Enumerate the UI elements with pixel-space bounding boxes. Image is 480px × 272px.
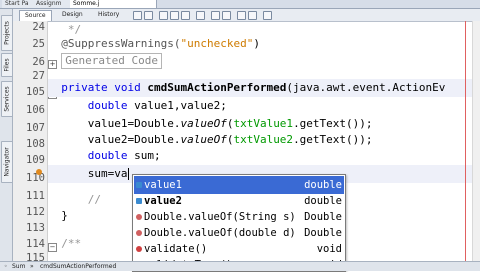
code-completion-popup: value1 double value2 double Double.value… <box>132 174 346 272</box>
static-method-icon <box>136 230 142 236</box>
shift-right-icon[interactable] <box>222 11 231 20</box>
stop-macro-icon[interactable] <box>248 11 257 20</box>
file-tab-active[interactable]: Somme.j <box>70 0 157 8</box>
line-number: 112 <box>26 206 45 218</box>
line-number: 27 <box>32 70 45 82</box>
text-cursor <box>127 168 129 180</box>
files-panel-tab[interactable]: Files <box>1 53 13 77</box>
code-line: @SuppressWarnings("unchecked") <box>48 35 472 53</box>
find-next-icon[interactable] <box>181 11 190 20</box>
code-line: Generated Code <box>48 52 472 70</box>
find-icon[interactable] <box>159 11 168 20</box>
file-tab-strip: Start Pa Assignm Somme.j <box>0 0 480 9</box>
line-number: 25 <box>32 38 45 50</box>
code-text: sum; <box>134 149 161 162</box>
hint-bulb-icon[interactable] <box>36 169 42 175</box>
forward-icon[interactable] <box>144 11 153 20</box>
code-text: .getText()); <box>293 117 373 130</box>
paren: ) <box>253 37 260 50</box>
method-call: valueOf <box>180 117 227 130</box>
line-number: 111 <box>26 190 45 202</box>
field-icon <box>136 198 142 204</box>
right-margin-guide <box>465 21 466 261</box>
comment-text: // <box>87 193 108 206</box>
code-text: value1,value2; <box>134 99 227 112</box>
source-tab[interactable]: Source <box>19 10 52 21</box>
line-number: 108 <box>26 138 45 150</box>
back-icon[interactable] <box>133 11 142 20</box>
line-number: 106 <box>26 104 45 116</box>
method-name: cmdSumActionPerformed <box>147 81 287 94</box>
code-line: double value1,value2; <box>48 97 472 115</box>
code-text: value2=Double. <box>87 133 181 146</box>
history-tab[interactable]: History <box>93 10 124 20</box>
code-text: .getText()); <box>293 133 373 146</box>
start-macro-icon[interactable] <box>237 11 246 20</box>
navigator-panel-label: Navigator <box>3 147 11 177</box>
keyword: double <box>87 99 135 112</box>
static-method-icon <box>136 214 142 220</box>
annotation: @SuppressWarnings( <box>61 37 181 50</box>
shift-left-icon[interactable] <box>211 11 220 20</box>
line-number: 107 <box>26 122 45 134</box>
code-text: (java.awt.event.ActionEv <box>286 81 446 94</box>
code-text: sum=va <box>87 167 128 180</box>
string-literal: "unchecked" <box>180 37 254 50</box>
keyword: double <box>87 149 135 162</box>
field-icon <box>136 182 142 188</box>
projects-panel-tab[interactable]: Projects <box>1 15 13 51</box>
comment-text: /** <box>61 237 82 250</box>
design-tab[interactable]: Design <box>57 10 88 20</box>
line-number: 113 <box>26 222 45 234</box>
line-number: 114 <box>26 238 45 250</box>
find-previous-icon[interactable] <box>170 11 179 20</box>
toggle-highlight-icon[interactable] <box>196 11 205 20</box>
field-ref: txtValue2 <box>233 133 294 146</box>
left-side-dock: Projects Files Services Navigator <box>0 9 13 261</box>
services-panel-label: Services <box>3 86 11 112</box>
line-number: 26 <box>32 56 45 68</box>
line-number: 105 <box>26 86 45 98</box>
vertical-scrollbar[interactable] <box>472 21 480 261</box>
code-line: double sum; <box>48 147 472 165</box>
code-line: private void cmdSumActionPerformed(java.… <box>48 79 472 97</box>
projects-panel-label: Projects <box>3 21 11 45</box>
keyword: private void <box>61 81 148 94</box>
closing-brace: } <box>61 209 68 222</box>
navigator-panel-tab[interactable]: Navigator <box>1 141 13 183</box>
services-panel-tab[interactable]: Services <box>1 81 13 117</box>
files-panel-label: Files <box>3 58 11 72</box>
file-tab[interactable]: Assignm <box>33 0 72 8</box>
line-number: 109 <box>26 154 45 166</box>
comment-icon[interactable] <box>263 11 272 20</box>
method-call: valueOf <box>180 133 227 146</box>
file-tab[interactable]: Start Pa <box>2 0 35 8</box>
line-number: 24 <box>32 21 45 33</box>
method-icon <box>136 246 142 252</box>
generated-code-fold[interactable]: Generated Code <box>61 53 162 69</box>
field-ref: txtValue1 <box>233 117 294 130</box>
code-text: value1=Double. <box>87 117 181 130</box>
